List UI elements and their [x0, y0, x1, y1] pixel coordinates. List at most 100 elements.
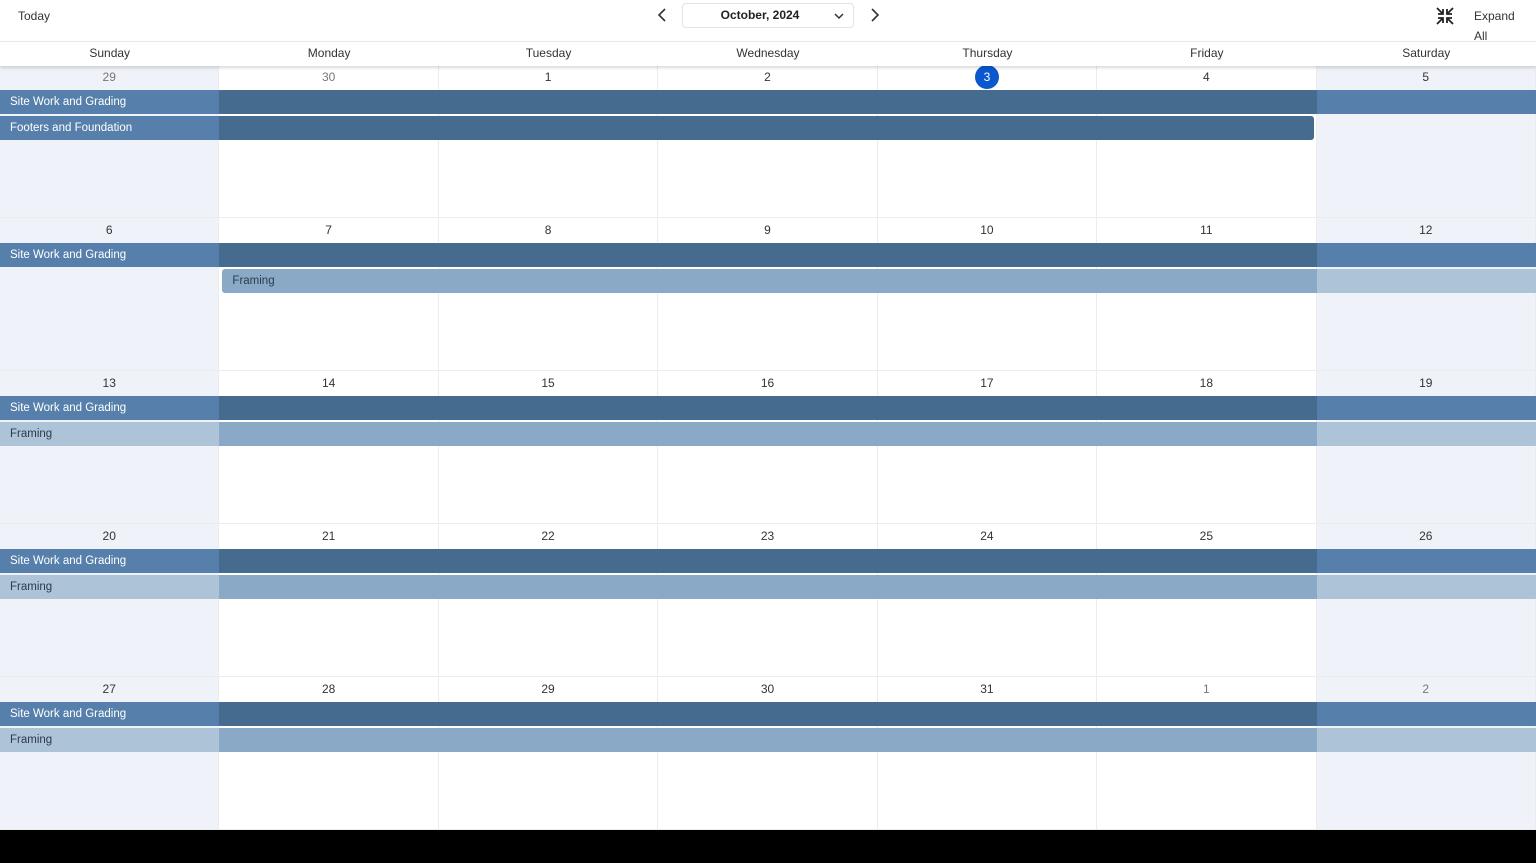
day-cell[interactable]: 27	[0, 677, 220, 830]
day-number[interactable]: 1	[439, 68, 657, 86]
event-segment[interactable]	[1316, 727, 1536, 752]
day-cell[interactable]: 8	[438, 218, 659, 371]
event-bar[interactable]: Footers and Foundation	[0, 115, 1536, 140]
event-bar[interactable]: Site Work and Grading	[0, 243, 1536, 267]
event-bar[interactable]: Framing	[0, 268, 1536, 293]
event-segment[interactable]	[219, 90, 1317, 114]
event-segment[interactable]	[1316, 268, 1536, 293]
event-segment[interactable]: Site Work and Grading	[0, 702, 220, 726]
day-cell[interactable]: 20	[0, 524, 220, 677]
event-segment[interactable]	[219, 243, 1317, 267]
day-number[interactable]: 11	[1097, 221, 1315, 239]
event-bar[interactable]: Framing	[0, 727, 1536, 752]
day-number[interactable]: 20	[0, 527, 218, 545]
day-number[interactable]: 19	[1317, 374, 1535, 392]
event-segment[interactable]	[219, 396, 1317, 420]
day-cell[interactable]: 31	[877, 677, 1098, 830]
day-cell[interactable]: 6	[0, 218, 220, 371]
day-cell[interactable]: 1	[438, 65, 659, 218]
month-select[interactable]: October, 2024	[682, 3, 854, 28]
day-number[interactable]: 7	[219, 221, 437, 239]
day-number[interactable]: 16	[658, 374, 876, 392]
event-segment[interactable]	[1316, 421, 1536, 446]
event-bar[interactable]: Site Work and Grading	[0, 396, 1536, 420]
day-number[interactable]: 23	[658, 527, 876, 545]
event-bar[interactable]: Framing	[0, 574, 1536, 599]
day-cell[interactable]: 30	[658, 677, 878, 830]
day-cell[interactable]: 25	[1097, 524, 1317, 677]
day-number[interactable]: 31	[878, 680, 1096, 698]
day-number[interactable]: 28	[219, 680, 437, 698]
day-number[interactable]: 30	[658, 680, 876, 698]
day-number[interactable]: 29	[0, 68, 218, 86]
event-segment[interactable]: Framing	[222, 268, 1317, 293]
day-cell[interactable]: 26	[1316, 524, 1536, 677]
day-number[interactable]: 14	[219, 374, 437, 392]
event-segment[interactable]	[219, 115, 1314, 140]
day-number[interactable]: 18	[1097, 374, 1315, 392]
day-cell[interactable]: 4	[1097, 65, 1317, 218]
event-segment[interactable]	[219, 421, 1317, 446]
event-segment[interactable]: Site Work and Grading	[0, 549, 220, 573]
day-cell[interactable]: 23	[658, 524, 878, 677]
day-cell[interactable]: 9	[658, 218, 878, 371]
day-number[interactable]: 2	[1317, 680, 1535, 698]
day-cell[interactable]: 28	[219, 677, 439, 830]
day-number[interactable]: 9	[658, 221, 876, 239]
day-number[interactable]: 2	[658, 68, 876, 86]
event-segment[interactable]	[1316, 549, 1536, 573]
day-cell[interactable]: 3	[877, 65, 1098, 218]
event-bar[interactable]: Site Work and Grading	[0, 90, 1536, 114]
day-number[interactable]: 6	[0, 221, 218, 239]
day-number[interactable]: 17	[878, 374, 1096, 392]
event-segment[interactable]	[219, 574, 1317, 599]
day-cell[interactable]: 19	[1316, 371, 1536, 524]
event-segment[interactable]: Framing	[0, 421, 220, 446]
day-cell[interactable]: 2	[658, 65, 878, 218]
day-cell[interactable]: 29	[438, 677, 659, 830]
event-segment[interactable]	[1316, 243, 1536, 267]
event-segment[interactable]	[219, 549, 1317, 573]
event-segment[interactable]: Framing	[0, 727, 220, 752]
day-number[interactable]: 30	[219, 68, 437, 86]
day-number[interactable]: 22	[439, 527, 657, 545]
day-number[interactable]: 25	[1097, 527, 1315, 545]
day-cell[interactable]: 11	[1097, 218, 1317, 371]
day-number[interactable]: 8	[439, 221, 657, 239]
event-segment[interactable]	[1316, 574, 1536, 599]
day-cell[interactable]: 17	[877, 371, 1098, 524]
day-cell[interactable]: 15	[438, 371, 659, 524]
day-number[interactable]: 27	[0, 680, 218, 698]
event-segment[interactable]	[1316, 396, 1536, 420]
day-cell[interactable]: 2	[1316, 677, 1536, 830]
today-button[interactable]: Today	[8, 6, 60, 26]
event-segment[interactable]: Site Work and Grading	[0, 90, 220, 114]
day-number[interactable]: 24	[878, 527, 1096, 545]
day-cell[interactable]: 12	[1316, 218, 1536, 371]
day-number-today[interactable]: 3	[878, 65, 1096, 89]
day-cell[interactable]: 14	[219, 371, 439, 524]
event-segment[interactable]	[1316, 702, 1536, 726]
day-cell[interactable]: 30	[219, 65, 439, 218]
day-cell[interactable]: 13	[0, 371, 220, 524]
event-segment[interactable]: Site Work and Grading	[0, 396, 220, 420]
day-number[interactable]: 13	[0, 374, 218, 392]
day-cell[interactable]: 29	[0, 65, 220, 218]
day-cell[interactable]: 1	[1097, 677, 1317, 830]
day-cell[interactable]: 16	[658, 371, 878, 524]
day-number[interactable]: 15	[439, 374, 657, 392]
event-segment[interactable]	[1316, 90, 1536, 114]
day-number[interactable]: 29	[439, 680, 657, 698]
event-segment[interactable]: Footers and Foundation	[0, 115, 220, 140]
day-cell[interactable]: 22	[438, 524, 659, 677]
day-number[interactable]: 4	[1097, 68, 1315, 86]
day-number[interactable]: 10	[878, 221, 1096, 239]
event-segment[interactable]	[219, 702, 1317, 726]
event-bar[interactable]: Site Work and Grading	[0, 702, 1536, 726]
day-cell[interactable]: 10	[877, 218, 1098, 371]
event-segment[interactable]: Framing	[0, 574, 220, 599]
event-bar[interactable]: Framing	[0, 421, 1536, 446]
day-number[interactable]: 1	[1097, 680, 1315, 698]
day-number[interactable]: 5	[1317, 68, 1535, 86]
collapse-all-button[interactable]	[1434, 5, 1456, 27]
